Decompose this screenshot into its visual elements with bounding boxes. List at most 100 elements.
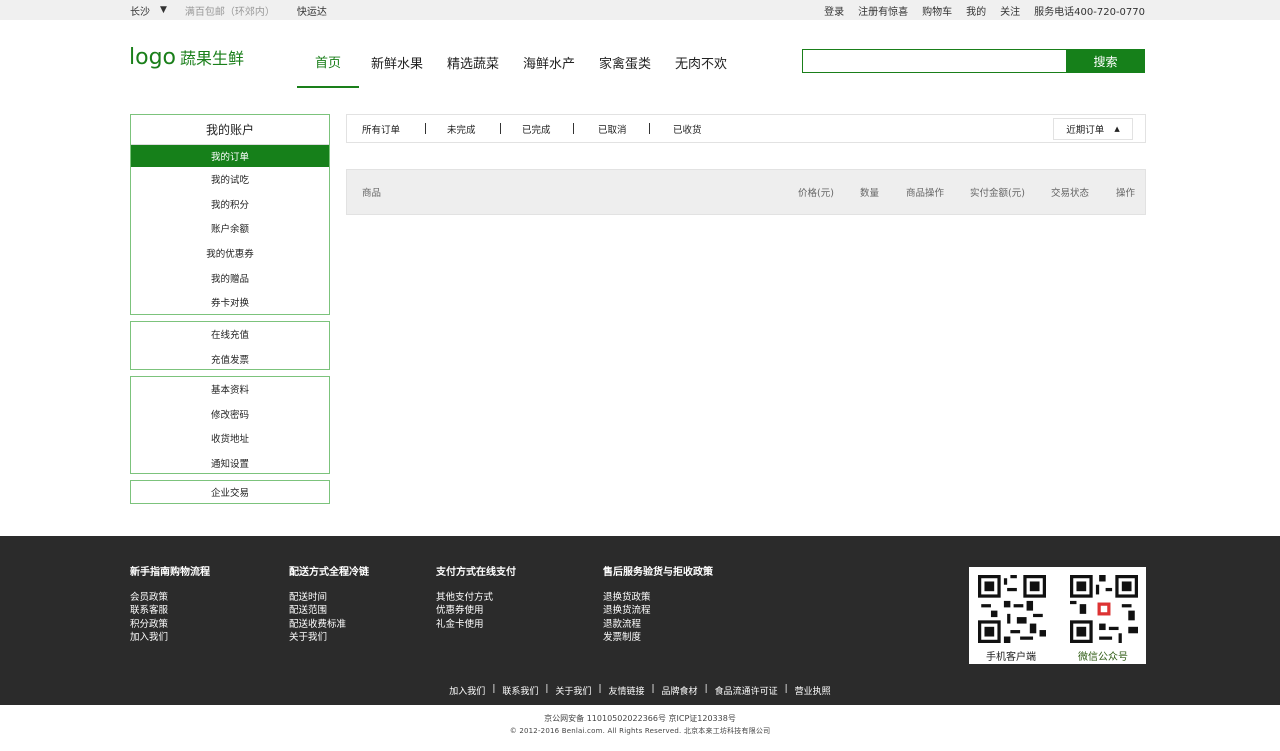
search-input[interactable] — [802, 49, 1067, 73]
copyright-rights: © 2012-2016 Benlai.com. All Rights Reser… — [509, 727, 771, 735]
express-link[interactable]: 快运达 — [297, 3, 327, 18]
copyright: 京公网安备 11010502022366号 京ICP证120338号 © 201… — [0, 712, 1280, 738]
col-price: 价格(元) — [798, 188, 834, 199]
search-button[interactable]: 搜索 — [1066, 49, 1145, 73]
sort-arrows-icon: ▲ — [1114, 125, 1120, 133]
footer-bottom-links: 加入我们 | 联系我们 | 关于我们 | 友情链接 | 品牌食材 | 食品流通许可证 | 营… — [0, 684, 1280, 697]
sidebar-item-coupons[interactable]: 我的优惠券 — [131, 241, 329, 266]
sidebar-settings-group: 基本资料 修改密码 收货地址 通知设置 — [130, 376, 330, 474]
nav-meat[interactable]: 无肉不欢 — [663, 36, 739, 88]
login-link[interactable]: 登录 — [824, 3, 844, 18]
sidebar-item-recharge[interactable]: 在线充值 — [131, 322, 329, 347]
footer: 新手指南购物流程 会员政策 联系客服 积分政策 加入我们 配送方式全程冷链 配送… — [0, 536, 1280, 705]
order-tabs: 所有订单 未完成 已完成 已取消 已收货 近期订单 ▲ — [346, 114, 1146, 143]
sidebar-item-password[interactable]: 修改密码 — [131, 402, 329, 427]
footer-link[interactable]: 配送时间 — [289, 591, 369, 604]
tab-incomplete[interactable]: 未完成 — [447, 115, 476, 142]
nav-vegetable[interactable]: 精选蔬菜 — [435, 36, 511, 88]
footer-col-title: 新手指南购物流程 — [130, 567, 210, 578]
footer-col-title: 支付方式在线支付 — [436, 567, 516, 578]
period-select[interactable]: 近期订单 ▲ — [1053, 118, 1133, 140]
app-qr-code — [978, 575, 1046, 643]
nav-fruit[interactable]: 新鲜水果 — [359, 36, 435, 88]
sidebar-item-orders[interactable]: 我的订单 — [131, 145, 329, 167]
sidebar-item-address[interactable]: 收货地址 — [131, 426, 329, 451]
sidebar-item-enterprise[interactable]: 企业交易 — [131, 481, 329, 503]
footer-bottom-link[interactable]: 联系我们 — [502, 684, 538, 697]
caret-down-icon: ▼ — [160, 5, 167, 15]
tab-received[interactable]: 已收货 — [673, 115, 702, 142]
sidebar-item-gifts[interactable]: 我的赠品 — [131, 265, 329, 290]
footer-bottom-link[interactable]: 关于我们 — [555, 684, 591, 697]
top-links: 登录 注册有惊喜 购物车 我的 关注 服务电话400-720-0770 — [824, 0, 1145, 20]
my-link[interactable]: 我的 — [966, 3, 986, 18]
footer-link[interactable]: 其他支付方式 — [436, 591, 516, 604]
city-selector[interactable]: 长沙 ▼ — [130, 3, 167, 18]
footer-link[interactable]: 积分政策 — [130, 618, 210, 631]
footer-col-aftersales: 售后服务验货与拒收政策 退换货政策 退换货流程 退款流程 发票制度 — [603, 563, 713, 644]
footer-link[interactable]: 礼金卡使用 — [436, 618, 516, 631]
tab-divider — [425, 123, 426, 134]
footer-col-title: 配送方式全程冷链 — [289, 567, 369, 578]
footer-link[interactable]: 联系客服 — [130, 604, 210, 617]
footer-link[interactable]: 配送收费标准 — [289, 618, 369, 631]
tab-cancelled[interactable]: 已取消 — [598, 115, 627, 142]
footer-link[interactable]: 发票制度 — [603, 631, 713, 644]
footer-bottom-link[interactable]: 加入我们 — [449, 684, 485, 697]
order-table-header: 商品 价格(元) 数量 商品操作 实付金额(元) 交易状态 操作 — [346, 169, 1146, 215]
footer-bottom-link[interactable]: 友情链接 — [608, 684, 644, 697]
link-separator: | — [492, 684, 496, 694]
sidebar-item-profile[interactable]: 基本资料 — [131, 377, 329, 402]
footer-link[interactable]: 关于我们 — [289, 631, 369, 644]
tab-divider — [573, 123, 574, 134]
wechat-qr-code — [1070, 575, 1138, 643]
tab-divider — [649, 123, 650, 134]
tab-all-orders[interactable]: 所有订单 — [362, 115, 400, 142]
footer-bottom-link[interactable]: 品牌食材 — [662, 684, 698, 697]
footer-link[interactable]: 退款流程 — [603, 618, 713, 631]
sidebar-item-points[interactable]: 我的积分 — [131, 192, 329, 217]
logo-text: logo — [129, 45, 176, 70]
link-separator: | — [704, 684, 708, 694]
sidebar-account-group: 我的账户 我的订单 我的试吃 我的积分 账户余额 我的优惠券 我的赠品 券卡对换 — [130, 114, 330, 315]
sidebar-item-balance[interactable]: 账户余额 — [131, 216, 329, 241]
qr-panel: 手机客户端 微信公众号 — [969, 567, 1146, 664]
col-quantity: 数量 — [860, 188, 880, 199]
col-paid-amount: 实付金额(元) — [970, 188, 1025, 199]
service-phone: 服务电话400-720-0770 — [1034, 6, 1145, 18]
col-status: 交易状态 — [1051, 188, 1090, 199]
footer-link[interactable]: 退换货流程 — [603, 604, 713, 617]
sidebar-recharge-group: 在线充值 充值发票 — [130, 321, 330, 370]
free-shipping-note: 满百包邮（环郊内） — [184, 6, 275, 18]
link-separator: | — [784, 684, 788, 694]
register-link[interactable]: 注册有惊喜 — [858, 3, 908, 18]
cart-link[interactable]: 购物车 — [922, 3, 952, 18]
brand-name: 蔬果生鲜 — [180, 49, 245, 68]
follow-link[interactable]: 关注 — [1000, 3, 1020, 18]
nav-poultry[interactable]: 家禽蛋类 — [587, 36, 663, 88]
footer-link[interactable]: 优惠券使用 — [436, 604, 516, 617]
footer-bottom-link[interactable]: 食品流通许可证 — [715, 684, 778, 697]
nav-home[interactable]: 首页 — [297, 36, 359, 88]
period-label: 近期订单 — [1066, 125, 1105, 136]
footer-col-guide: 新手指南购物流程 会员政策 联系客服 积分政策 加入我们 — [130, 563, 210, 644]
sidebar-title: 我的账户 — [131, 115, 329, 145]
sidebar-item-trial[interactable]: 我的试吃 — [131, 167, 329, 192]
footer-col-delivery: 配送方式全程冷链 配送时间 配送范围 配送收费标准 关于我们 — [289, 563, 369, 644]
sidebar-item-card-exchange[interactable]: 券卡对换 — [131, 290, 329, 315]
col-product-action: 商品操作 — [906, 188, 945, 199]
sidebar-item-notifications[interactable]: 通知设置 — [131, 451, 329, 476]
tab-divider — [500, 123, 501, 134]
tab-completed[interactable]: 已完成 — [522, 115, 551, 142]
sidebar-item-invoice[interactable]: 充值发票 — [131, 347, 329, 372]
footer-bottom-link[interactable]: 营业执照 — [795, 684, 831, 697]
sidebar-enterprise-group: 企业交易 — [130, 480, 330, 504]
logo[interactable]: logo 蔬果生鲜 — [129, 45, 244, 70]
footer-link[interactable]: 退换货政策 — [603, 591, 713, 604]
footer-link[interactable]: 会员政策 — [130, 591, 210, 604]
footer-link[interactable]: 配送范围 — [289, 604, 369, 617]
footer-col-title: 售后服务验货与拒收政策 — [603, 567, 713, 578]
qr-wechat-caption: 微信公众号 — [1078, 652, 1128, 663]
footer-link[interactable]: 加入我们 — [130, 631, 210, 644]
nav-seafood[interactable]: 海鲜水产 — [511, 36, 587, 88]
